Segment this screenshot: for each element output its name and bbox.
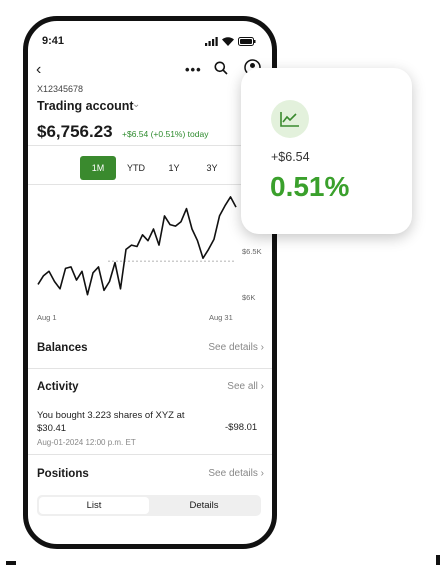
positions-row[interactable]: Positions See details › — [37, 468, 264, 486]
wifi-icon — [222, 37, 234, 46]
tab-1y[interactable]: 1Y — [156, 156, 192, 180]
daily-change: +$6.54 (+0.51%) today — [122, 129, 209, 139]
divider — [28, 184, 272, 185]
status-icons — [205, 37, 256, 46]
divider — [28, 454, 272, 455]
tab-3y[interactable]: 3Y — [194, 156, 230, 180]
card-change-amount: +$6.54 — [271, 150, 310, 164]
activity-date: Aug-01-2024 12:00 p.m. ET — [37, 438, 136, 447]
balances-row[interactable]: Balances See details › — [37, 342, 264, 360]
search-icon[interactable] — [214, 61, 228, 75]
chart-trend-icon — [271, 100, 309, 138]
positions-link[interactable]: See details › — [208, 468, 264, 479]
activity-amount: -$98.01 — [225, 422, 258, 433]
activity-description[interactable]: You bought 3.223 shares of XYZ at $30.41 — [37, 409, 212, 435]
activity-title: Activity — [37, 381, 79, 393]
battery-icon — [238, 37, 256, 46]
series-line — [37, 196, 237, 296]
balances-link[interactable]: See details › — [208, 342, 264, 353]
divider — [28, 145, 272, 146]
more-options-icon[interactable]: ••• — [185, 62, 202, 77]
view-toggle: List Details — [37, 495, 261, 516]
account-number: X12345678 — [37, 84, 84, 94]
chevron-down-icon[interactable]: ⌄ — [132, 99, 140, 110]
status-time: 9:41 — [42, 35, 65, 47]
positions-title: Positions — [37, 468, 89, 480]
performance-card: +$6.54 0.51% — [241, 68, 412, 234]
chevron-right-icon: › — [260, 381, 264, 392]
segment-details[interactable]: Details — [149, 497, 259, 514]
balance-chart — [37, 196, 237, 296]
signal-icon — [205, 37, 218, 46]
activity-link[interactable]: See all › — [227, 381, 264, 392]
chevron-right-icon: › — [260, 468, 264, 479]
account-balance: $6,756.23 — [37, 122, 113, 141]
tab-1m[interactable]: 1M — [80, 156, 116, 180]
account-name[interactable]: Trading account — [37, 99, 134, 113]
y-tick-label: $6.5K — [242, 247, 262, 256]
back-icon[interactable]: ‹ — [36, 61, 41, 79]
y-tick-label: $6K — [242, 293, 256, 302]
x-tick-label: Aug 1 — [37, 313, 57, 322]
phone-frame: 9:41 ‹ ••• X12345678 Trading account ⌄ $… — [23, 16, 277, 549]
card-change-percent: 0.51% — [270, 171, 350, 202]
activity-row[interactable]: Activity See all › — [37, 381, 264, 399]
corner-mark-right — [436, 555, 440, 565]
timeframe-tabs: 1M YTD 1Y 3Y — [80, 156, 232, 180]
divider — [28, 368, 272, 369]
x-tick-label: Aug 31 — [209, 313, 233, 322]
segment-list[interactable]: List — [39, 497, 149, 514]
balances-title: Balances — [37, 342, 88, 354]
chevron-right-icon: › — [260, 342, 264, 353]
tab-ytd[interactable]: YTD — [118, 156, 154, 180]
corner-mark-left — [6, 561, 16, 565]
